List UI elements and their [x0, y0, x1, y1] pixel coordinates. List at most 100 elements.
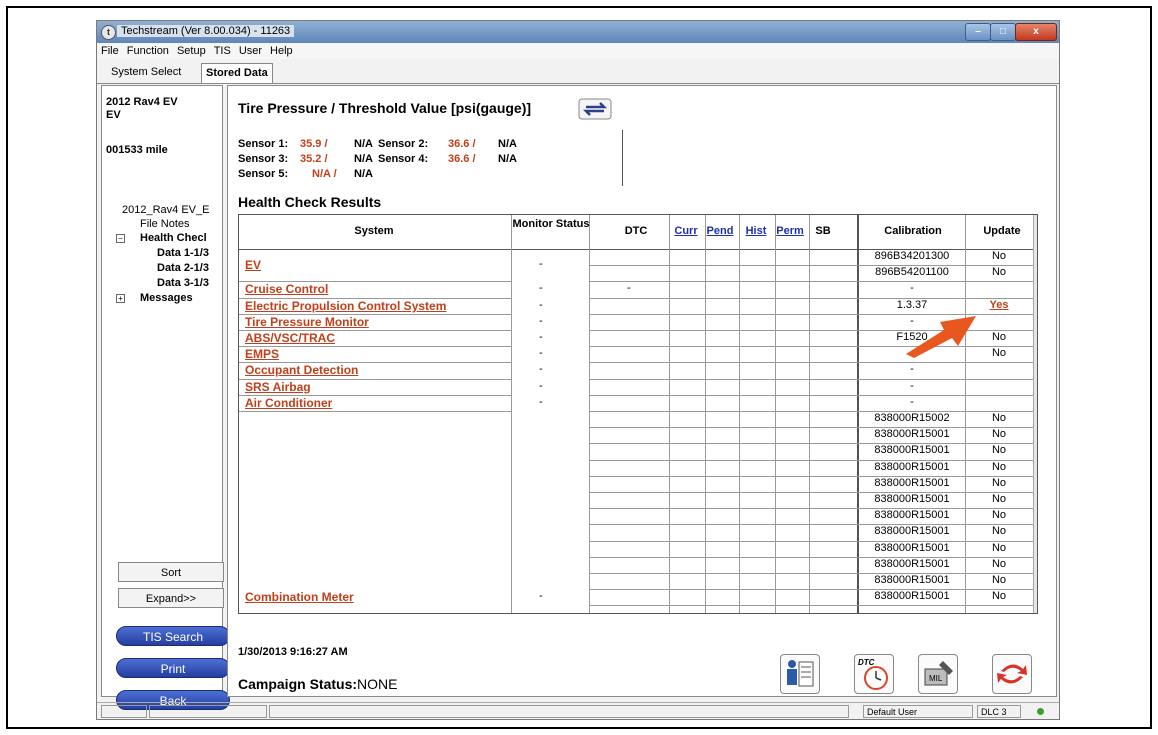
- calibration-value: 838000R15001: [874, 460, 950, 473]
- dtc-timer-button[interactable]: DTC: [854, 654, 894, 694]
- update-value: No: [991, 525, 1007, 538]
- title-bar[interactable]: t Techstream (Ver 8.00.034) - 11263 – □ …: [97, 21, 1059, 43]
- col-monitor-status: Monitor Status: [512, 218, 590, 230]
- collapse-icon[interactable]: −: [116, 234, 125, 243]
- col-divider: [809, 215, 810, 613]
- maximize-button[interactable]: □: [990, 23, 1016, 41]
- status-dlc: DLC 3: [977, 705, 1021, 718]
- system-link[interactable]: SRS Airbag: [245, 380, 311, 394]
- system-link[interactable]: ABS/VSC/TRAC: [245, 331, 335, 345]
- col-hist[interactable]: Hist: [741, 225, 771, 237]
- report-button[interactable]: [780, 654, 820, 694]
- tree-data-1[interactable]: Data 1-1/3: [157, 247, 209, 259]
- calibration-value: 838000R15002: [874, 412, 950, 424]
- dtc-icon-text: DTC: [858, 658, 875, 667]
- update-value: No: [991, 590, 1007, 603]
- sensor-5-value: N/A /: [312, 168, 337, 180]
- tree-health-check[interactable]: Health Checl: [140, 232, 207, 244]
- timestamp: 1/30/2013 9:16:27 AM: [238, 646, 348, 658]
- col-calibration: Calibration: [884, 225, 942, 237]
- print-button[interactable]: Print: [116, 658, 230, 678]
- monitor-status: -: [539, 347, 543, 360]
- tree-root[interactable]: 2012_Rav4 EV_E: [122, 204, 209, 216]
- health-check-table: System Monitor Status DTC Curr Pend Hist…: [238, 214, 1038, 614]
- table-scrollbar[interactable]: [1033, 215, 1037, 613]
- col-pend[interactable]: Pend: [703, 225, 737, 237]
- mil-icon-text: MIL: [929, 674, 943, 683]
- system-link[interactable]: Cruise Control: [245, 282, 328, 296]
- system-link[interactable]: Combination Meter: [245, 590, 354, 604]
- menu-help[interactable]: Help: [270, 45, 293, 57]
- update-yes-link[interactable]: Yes: [966, 299, 1032, 311]
- col-curr[interactable]: Curr: [671, 225, 701, 237]
- calibration-value: -: [910, 395, 914, 408]
- status-cell: [149, 705, 267, 718]
- vehicle-type: EV: [106, 109, 121, 121]
- menu-function[interactable]: Function: [127, 45, 169, 57]
- menu-tis[interactable]: TIS: [214, 45, 231, 57]
- sensor-4-value: 36.6 /: [448, 153, 476, 165]
- calibration-value: 838000R15001: [874, 541, 950, 554]
- monitor-status: -: [539, 379, 543, 392]
- tab-stored-data[interactable]: Stored Data: [201, 63, 273, 83]
- close-button[interactable]: x: [1015, 23, 1057, 41]
- status-cell: [269, 705, 849, 718]
- sort-button[interactable]: Sort: [118, 562, 224, 582]
- main-panel: Tire Pressure / Threshold Value [psi(gau…: [227, 85, 1057, 697]
- person-report-icon: [787, 660, 814, 687]
- sensor-3-threshold: N/A: [354, 153, 373, 165]
- window-title: Techstream (Ver 8.00.034) - 11263: [117, 25, 295, 37]
- col-perm[interactable]: Perm: [773, 225, 807, 237]
- system-link[interactable]: Air Conditioner: [245, 396, 332, 410]
- campaign-status-value: NONE: [357, 676, 398, 692]
- sensor-divider: [622, 130, 623, 186]
- tab-system-select[interactable]: System Select: [107, 63, 185, 82]
- system-link[interactable]: EV: [245, 258, 261, 272]
- sensor-2-value: 36.6 /: [448, 138, 476, 150]
- update-value: No: [991, 266, 1007, 279]
- refresh-button[interactable]: [992, 654, 1032, 694]
- col-divider: [705, 215, 706, 613]
- calibration-value: 838000R15001: [874, 476, 950, 489]
- dtc-clock-icon: DTC: [858, 658, 888, 690]
- system-link[interactable]: Tire Pressure Monitor: [245, 315, 369, 329]
- tab-bar: System Select Stored Data: [97, 61, 1059, 84]
- campaign-status-label: Campaign Status:: [238, 676, 358, 692]
- vehicle-model: 2012 Rav4 EV: [106, 96, 178, 108]
- system-link[interactable]: Occupant Detection: [245, 363, 358, 377]
- monitor-status: -: [539, 258, 543, 271]
- sensor-2-label: Sensor 2:: [378, 138, 429, 150]
- minimize-button[interactable]: –: [965, 23, 991, 41]
- col-update: Update: [983, 225, 1021, 237]
- menu-setup[interactable]: Setup: [177, 45, 206, 57]
- sensor-1-threshold: N/A: [354, 138, 373, 150]
- sensor-4-label: Sensor 4:: [378, 153, 429, 165]
- calibration-value: 896B34201300: [874, 250, 950, 262]
- app-icon: t: [101, 25, 116, 40]
- row-line: [239, 411, 511, 412]
- swap-icon[interactable]: [578, 98, 612, 120]
- sensor-2-threshold: N/A: [498, 138, 517, 150]
- tree-data-2[interactable]: Data 2-1/3: [157, 262, 209, 274]
- tree-file-notes[interactable]: File Notes: [140, 218, 190, 230]
- expand-button[interactable]: Expand>>: [118, 588, 224, 608]
- system-link[interactable]: Electric Propulsion Control System: [245, 299, 446, 313]
- menu-file[interactable]: File: [101, 45, 119, 57]
- update-value: No: [991, 493, 1007, 505]
- mil-button[interactable]: MIL: [918, 654, 958, 694]
- sensor-4-threshold: N/A: [498, 153, 517, 165]
- calibration-value: 838000R15001: [874, 557, 950, 570]
- update-value: No: [991, 541, 1007, 554]
- menu-user[interactable]: User: [239, 45, 262, 57]
- update-value: No: [991, 574, 1007, 586]
- calibration-value: 838000R15001: [874, 428, 950, 441]
- expand-icon[interactable]: +: [116, 294, 125, 303]
- tis-search-button[interactable]: TIS Search: [116, 626, 230, 646]
- sensor-5-threshold: N/A: [354, 168, 373, 180]
- update-value: No: [991, 557, 1007, 570]
- monitor-status: -: [539, 298, 543, 311]
- system-link[interactable]: EMPS: [245, 347, 279, 361]
- calibration-value: 838000R15001: [874, 444, 950, 457]
- tree-data-3[interactable]: Data 3-1/3: [157, 277, 209, 289]
- tree-messages[interactable]: Messages: [140, 292, 193, 304]
